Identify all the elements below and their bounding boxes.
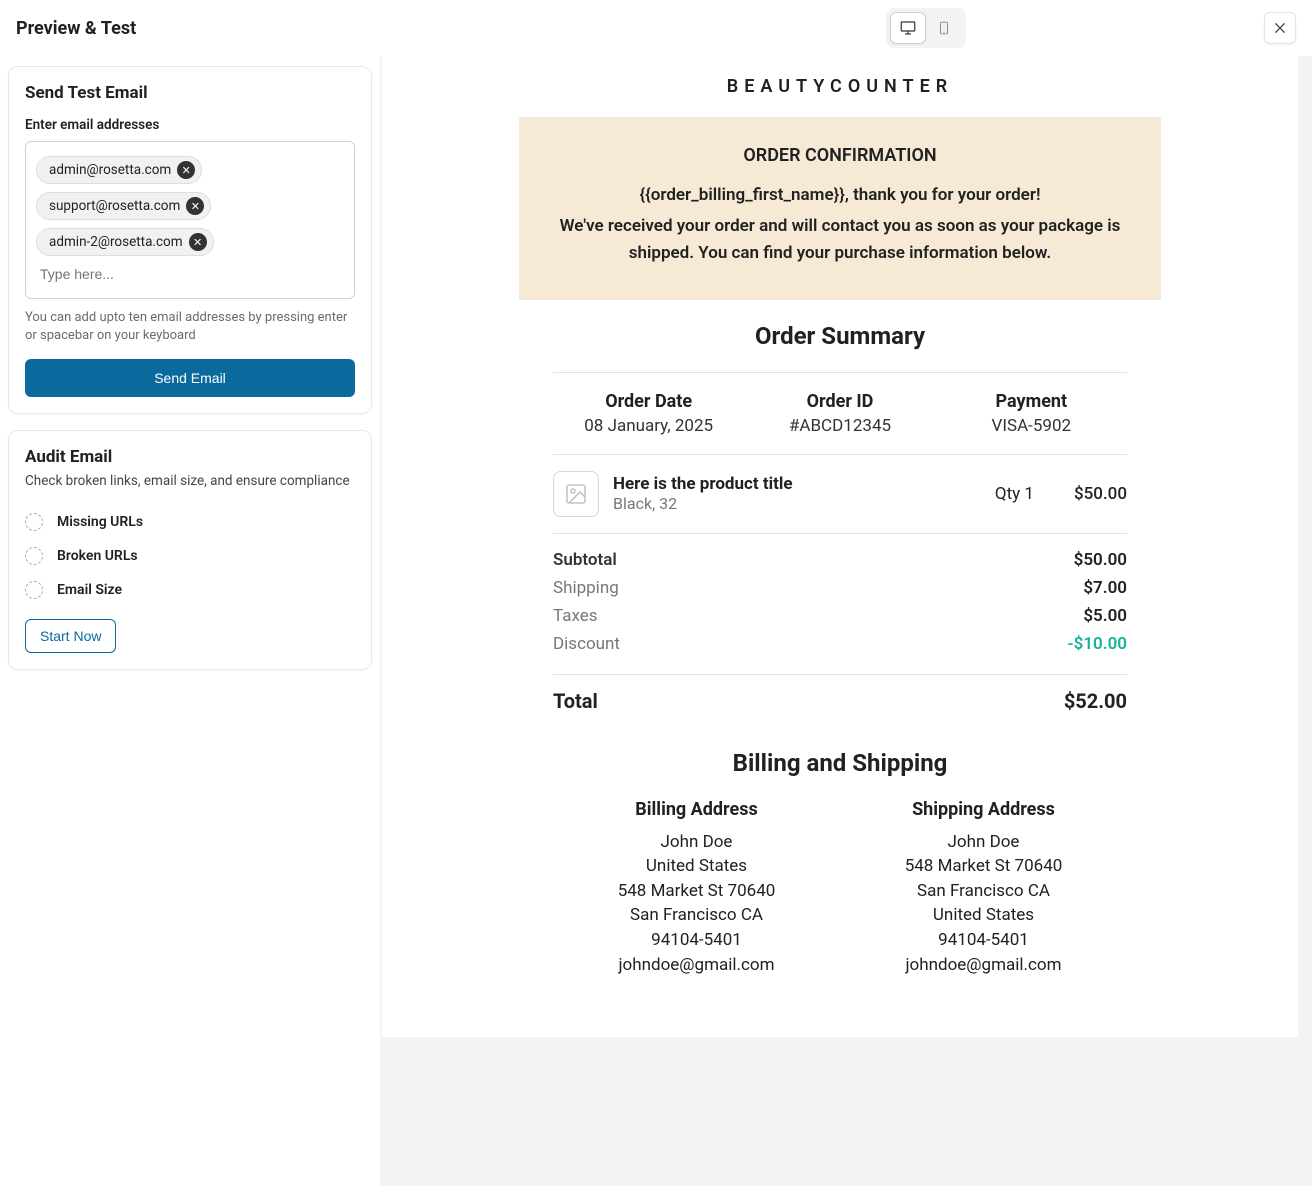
email-help-text: You can add upto ten email addresses by … [25,309,355,345]
subtotal-label: Subtotal [553,550,617,570]
hero-title: ORDER CONFIRMATION [543,145,1137,166]
shipping-heading: Shipping Address [840,799,1127,820]
audit-item-broken-urls: Broken URLs [25,539,355,573]
audit-item-label: Missing URLs [57,514,143,530]
chip-label: admin@rosetta.com [49,162,171,178]
addr-line: John Doe [840,830,1127,855]
chip-remove-button[interactable]: ✕ [186,197,204,215]
status-pending-icon [25,581,43,599]
chip-label: support@rosetta.com [49,198,180,214]
mobile-view-button[interactable] [926,12,962,44]
total-value: $52.00 [1064,689,1127,713]
hero-line-1: {{order_billing_first_name}}, thank you … [543,182,1137,209]
image-icon [564,482,588,506]
addr-line: johndoe@gmail.com [840,953,1127,978]
payment-value: VISA-5902 [936,416,1127,436]
close-icon [1272,20,1288,36]
shipping-address: Shipping Address John Doe 548 Market St … [840,799,1127,978]
product-variant: Black, 32 [613,494,995,513]
shipping-label: Shipping [553,578,619,598]
payment-label: Payment [936,391,1127,412]
subtotal-value: $50.00 [1074,550,1127,570]
email-field-label: Enter email addresses [25,117,355,133]
chip-label: admin-2@rosetta.com [49,234,183,250]
billing-shipping-heading: Billing and Shipping [519,749,1161,777]
addr-line: 94104-5401 [840,928,1127,953]
discount-value: -$10.00 [1067,634,1127,654]
total-label: Total [553,689,598,713]
send-email-button[interactable]: Send Email [25,359,355,397]
audit-item-email-size: Email Size [25,573,355,607]
product-row: Here is the product title Black, 32 Qty … [553,455,1127,533]
email-chip: admin-2@rosetta.com ✕ [36,228,214,256]
taxes-label: Taxes [553,606,598,626]
order-date-value: 08 January, 2025 [553,416,744,436]
addr-line: United States [840,903,1127,928]
audit-subtitle: Check broken links, email size, and ensu… [25,473,355,489]
start-now-button[interactable]: Start Now [25,619,116,653]
hero-line-2: We've received your order and will conta… [543,213,1137,267]
mobile-icon [937,18,951,38]
product-title: Here is the product title [613,474,995,494]
chip-remove-button[interactable]: ✕ [177,161,195,179]
brand-text: BEAUTYCOUNTER [727,76,953,97]
audit-item-label: Email Size [57,582,122,598]
hero-section: ORDER CONFIRMATION {{order_billing_first… [519,117,1161,300]
header: Preview & Test [0,0,1312,56]
addr-line: 548 Market St 70640 [553,879,840,904]
close-button[interactable] [1264,12,1296,44]
email-preview: BEAUTYCOUNTER ORDER CONFIRMATION {{order… [519,56,1161,1037]
addr-line: United States [553,854,840,879]
addr-line: John Doe [553,830,840,855]
audit-title: Audit Email [25,447,355,467]
sidebar: Send Test Email Enter email addresses ad… [0,56,380,1186]
billing-address: Billing Address John Doe United States 5… [553,799,840,978]
addr-line: 548 Market St 70640 [840,854,1127,879]
order-id-value: #ABCD12345 [744,416,935,436]
email-chips-input[interactable]: admin@rosetta.com ✕ support@rosetta.com … [25,141,355,299]
desktop-icon [898,19,918,37]
audit-card: Audit Email Check broken links, email si… [8,430,372,670]
order-summary-heading: Order Summary [519,322,1161,350]
page-title: Preview & Test [16,18,136,39]
addr-line: San Francisco CA [553,903,840,928]
addr-line: San Francisco CA [840,879,1127,904]
audit-item-missing-urls: Missing URLs [25,505,355,539]
billing-heading: Billing Address [553,799,840,820]
shipping-value: $7.00 [1083,578,1127,598]
order-id-label: Order ID [744,391,935,412]
order-date-label: Order Date [553,391,744,412]
product-image-placeholder [553,471,599,517]
status-pending-icon [25,513,43,531]
addr-line: 94104-5401 [553,928,840,953]
addr-line: johndoe@gmail.com [553,953,840,978]
brand-logo: BEAUTYCOUNTER [519,56,1161,117]
order-meta-row: Order Date 08 January, 2025 Order ID #AB… [553,373,1127,454]
device-toggle [886,8,966,48]
product-qty: Qty 1 [995,484,1034,504]
status-pending-icon [25,547,43,565]
discount-label: Discount [553,634,620,654]
email-input[interactable] [36,260,282,288]
preview-pane[interactable]: BEAUTYCOUNTER ORDER CONFIRMATION {{order… [380,56,1312,1186]
email-chip: admin@rosetta.com ✕ [36,156,202,184]
taxes-value: $5.00 [1083,606,1127,626]
send-test-card: Send Test Email Enter email addresses ad… [8,66,372,414]
chip-remove-button[interactable]: ✕ [189,233,207,251]
product-price: $50.00 [1074,484,1127,504]
audit-item-label: Broken URLs [57,548,138,564]
desktop-view-button[interactable] [890,12,926,44]
send-test-title: Send Test Email [25,83,355,103]
email-chip: support@rosetta.com ✕ [36,192,211,220]
